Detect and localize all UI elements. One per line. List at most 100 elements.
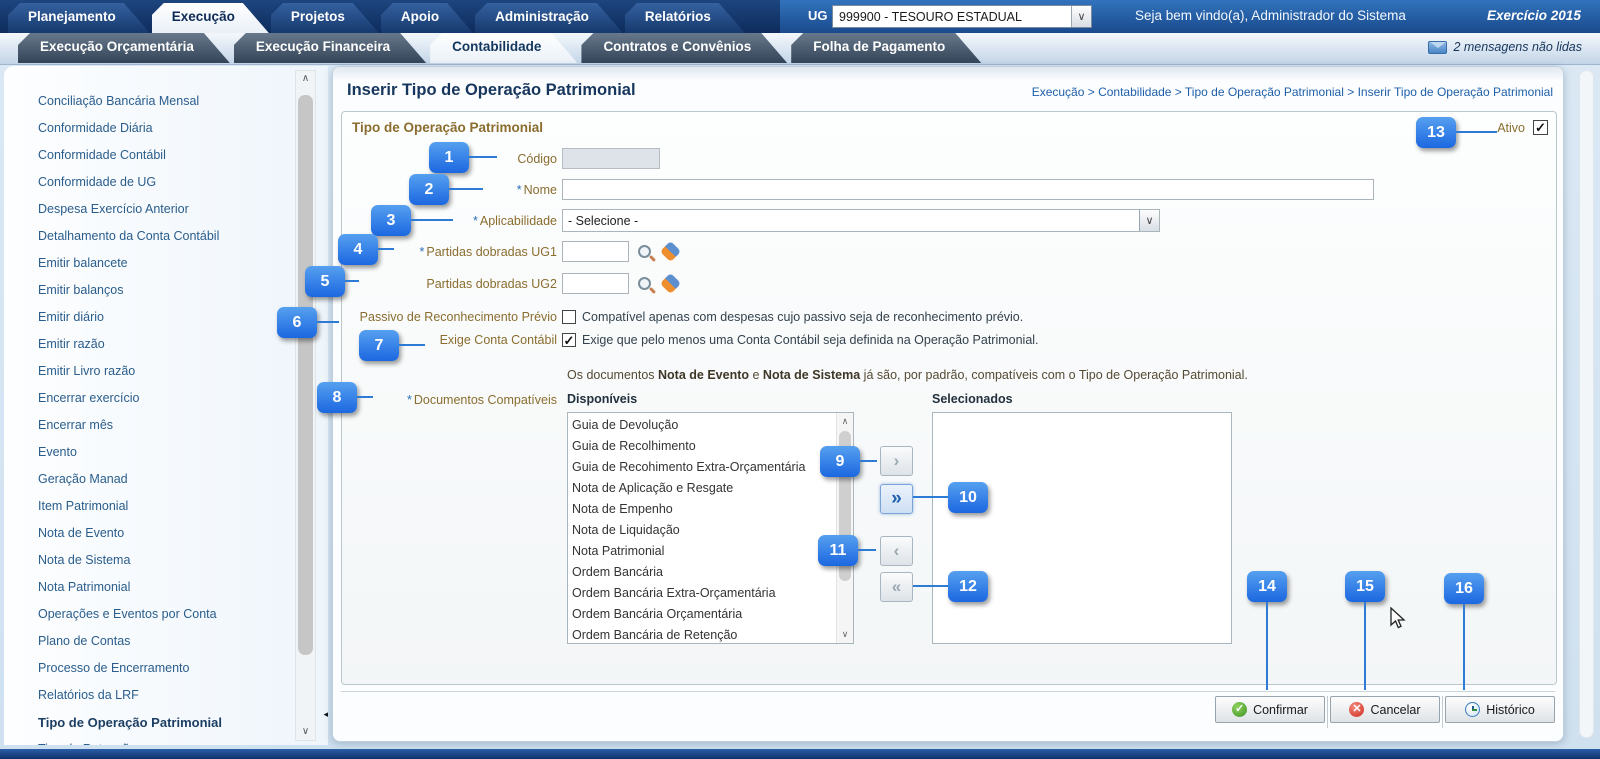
mouse-cursor — [1390, 607, 1410, 629]
move-selected-right-button[interactable]: › — [880, 446, 913, 476]
breadcrumb[interactable]: Execução > Contabilidade > Tipo de Opera… — [1032, 85, 1553, 99]
sidebar-item[interactable]: Emitir razão — [38, 331, 328, 358]
sidebar-item[interactable]: Processo de Encerramento — [38, 655, 328, 682]
ug-select[interactable]: 999900 - TESOURO ESTADUAL ∨ — [832, 5, 1092, 28]
available-doc-option[interactable]: Ordem Bancária Extra-Orçamentária — [572, 583, 853, 604]
move-selected-left-button[interactable]: ‹ — [880, 536, 913, 566]
sidebar-scrollbar-thumb[interactable] — [298, 95, 313, 655]
exige-help-text: Exige que pelo menos uma Conta Contábil … — [582, 333, 1039, 347]
sub-menu-bar: Execução OrçamentáriaExecução Financeira… — [0, 33, 1600, 65]
double-chevron-right-icon: » — [891, 488, 902, 510]
sidebar-item[interactable]: Detalhamento da Conta Contábil — [38, 223, 328, 250]
sub-menu-tab[interactable]: Contratos e Convênios — [581, 33, 787, 63]
ug1-input[interactable] — [562, 241, 629, 262]
available-doc-option[interactable]: Guia de Recohimento Extra-Orçamentária — [572, 457, 853, 478]
sidebar-scrollbar[interactable]: ∧ ∨ — [295, 70, 316, 741]
sidebar-item[interactable]: Plano de Contas — [38, 628, 328, 655]
sidebar-item[interactable]: Conformidade de UG — [38, 169, 328, 196]
scroll-down-icon[interactable]: ∨ — [296, 724, 315, 740]
selected-listbox[interactable] — [932, 412, 1232, 644]
sub-menu-tab[interactable]: Execução Financeira — [234, 33, 426, 63]
top-menu-tab[interactable]: Planejamento — [8, 3, 150, 33]
available-doc-option[interactable]: Nota Patrimonial — [572, 541, 853, 562]
confirm-button[interactable]: ✓ Confirmar — [1215, 696, 1325, 723]
top-menu-tab[interactable]: Administração — [475, 3, 623, 33]
available-header: Disponíveis — [567, 392, 637, 406]
move-all-left-button[interactable]: « — [880, 572, 913, 602]
action-button-bar: ✓ Confirmar ✕ Cancelar Histórico — [341, 691, 1555, 735]
sidebar-item[interactable]: Nota de Evento — [38, 520, 328, 547]
content-panel: Inserir Tipo de Operação Patrimonial Exe… — [332, 66, 1564, 742]
available-doc-option[interactable]: Guia de Recolhimento — [572, 436, 853, 457]
sidebar-collapse-handle[interactable]: ◂ — [323, 706, 328, 722]
sub-menu-tab[interactable]: Execução Orçamentária — [18, 33, 230, 63]
top-menu-tab[interactable]: Relatórios — [625, 3, 745, 33]
sidebar-item[interactable]: Emitir balancete — [38, 250, 328, 277]
sidebar-item[interactable]: Operações e Eventos por Conta — [38, 601, 328, 628]
sidebar-item[interactable]: Emitir diário — [38, 304, 328, 331]
sidebar-item[interactable]: Nota de Sistema — [38, 547, 328, 574]
welcome-text: Seja bem vindo(a), Administrador do Sist… — [1135, 8, 1406, 23]
nome-input[interactable] — [562, 179, 1374, 200]
dropdown-arrow-icon[interactable]: ∨ — [1139, 210, 1159, 231]
sidebar-item[interactable]: Relatórios da LRF — [38, 682, 328, 709]
ug1-label: Partidas dobradas UG1 — [426, 245, 557, 259]
sidebar-item[interactable]: Encerrar mês — [38, 412, 328, 439]
sidebar-item[interactable]: Tipo de Operação Patrimonial — [38, 709, 328, 736]
available-doc-option[interactable]: Guia de Devolução — [572, 415, 853, 436]
aplicabilidade-label: Aplicabilidade — [480, 214, 557, 228]
messages-indicator[interactable]: 2 mensagens não lidas — [1428, 40, 1582, 54]
page-scrollbar[interactable] — [1579, 70, 1594, 738]
application-window: UG 999900 - TESOURO ESTADUAL ∨ Seja bem … — [0, 0, 1600, 759]
eraser-clear-icon[interactable] — [660, 273, 681, 294]
available-listbox[interactable]: Guia de DevoluçãoGuia de RecolhimentoGui… — [567, 412, 854, 644]
history-button[interactable]: Histórico — [1445, 696, 1555, 723]
sidebar-item[interactable]: Item Patrimonial — [38, 493, 328, 520]
eraser-clear-icon[interactable] — [660, 241, 681, 262]
top-menu-tab[interactable]: Apoio — [381, 3, 473, 33]
available-doc-option[interactable]: Nota de Aplicação e Resgate — [572, 478, 853, 499]
envelope-icon — [1428, 41, 1447, 54]
available-doc-option[interactable]: Ordem Bancária — [572, 562, 853, 583]
search-lookup-icon[interactable] — [638, 245, 651, 258]
confirm-check-icon: ✓ — [1232, 702, 1247, 717]
exige-checkbox[interactable]: ✓ — [562, 333, 576, 347]
available-doc-option[interactable]: Nota de Empenho — [572, 499, 853, 520]
listbox-scrollbar[interactable]: ∧ ∨ — [836, 413, 853, 643]
ug2-label: Partidas dobradas UG2 — [426, 277, 557, 291]
codigo-input — [562, 148, 660, 169]
sidebar-item[interactable]: Geração Manad — [38, 466, 328, 493]
cancel-button[interactable]: ✕ Cancelar — [1330, 696, 1440, 723]
ug2-input[interactable] — [562, 273, 629, 294]
scroll-up-icon[interactable]: ∧ — [296, 71, 315, 87]
exige-label: Exige Conta Contábil — [440, 333, 557, 347]
move-all-right-button[interactable]: » — [880, 484, 913, 514]
top-menu-tab[interactable]: Projetos — [271, 3, 379, 33]
sidebar-item[interactable]: Conformidade Contábil — [38, 142, 328, 169]
available-doc-option[interactable]: Ordem Bancária Orçamentária — [572, 604, 853, 625]
window-bottom-edge — [0, 749, 1600, 759]
search-lookup-icon[interactable] — [638, 277, 651, 290]
passivo-checkbox[interactable] — [562, 310, 576, 324]
sidebar-item[interactable]: Encerrar exercício — [38, 385, 328, 412]
selected-header: Selecionados — [932, 392, 1013, 406]
sidebar-item[interactable]: Conformidade Diária — [38, 115, 328, 142]
sidebar-item[interactable]: Tipo de Retenção — [38, 736, 328, 745]
sidebar-item[interactable]: Evento — [38, 439, 328, 466]
sidebar-item[interactable]: Conciliação Bancária Mensal — [38, 88, 328, 115]
aplicabilidade-select[interactable]: - Selecione - ∨ — [562, 209, 1160, 232]
sub-menu-tab[interactable]: Folha de Pagamento — [791, 33, 981, 63]
scroll-down-icon[interactable]: ∨ — [837, 627, 853, 642]
top-menu-tab[interactable]: Execução — [152, 3, 269, 33]
sidebar-item[interactable]: Emitir balanços — [38, 277, 328, 304]
sidebar-item[interactable]: Emitir Livro razão — [38, 358, 328, 385]
listbox-scrollbar-thumb[interactable] — [839, 431, 851, 581]
dropdown-arrow-icon[interactable]: ∨ — [1071, 6, 1091, 27]
sub-menu-tab[interactable]: Contabilidade — [430, 33, 577, 63]
sidebar-item[interactable]: Despesa Exercício Anterior — [38, 196, 328, 223]
scroll-up-icon[interactable]: ∧ — [837, 414, 853, 429]
available-doc-option[interactable]: Nota de Liquidação — [572, 520, 853, 541]
available-doc-option[interactable]: Ordem Bancária de Retenção — [572, 625, 853, 644]
ativo-checkbox[interactable]: ✓ — [1533, 120, 1548, 135]
sidebar-item[interactable]: Nota Patrimonial — [38, 574, 328, 601]
